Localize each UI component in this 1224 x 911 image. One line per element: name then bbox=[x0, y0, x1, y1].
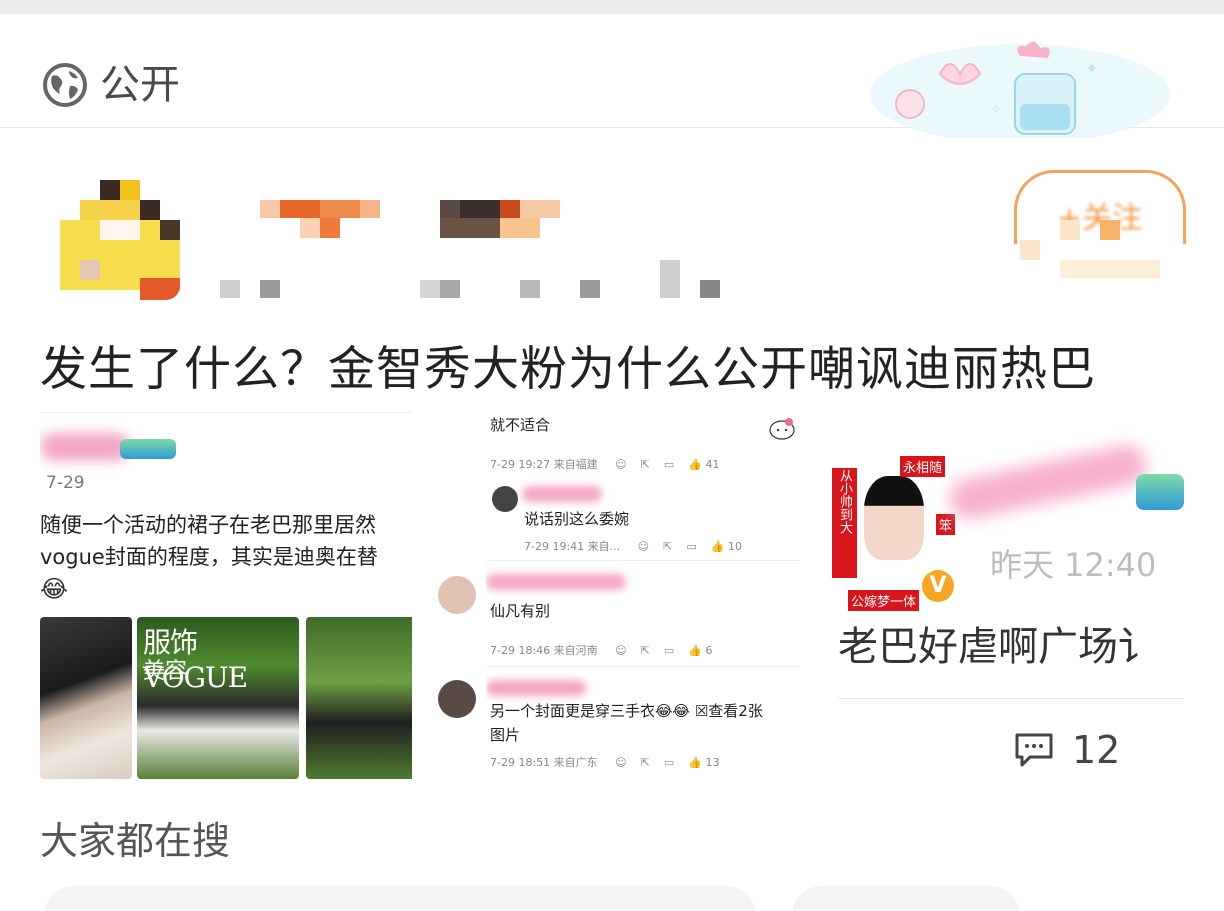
top-strip bbox=[0, 0, 1224, 14]
divider bbox=[486, 560, 800, 561]
username-blurred bbox=[486, 574, 626, 590]
divider bbox=[838, 698, 1184, 699]
search-suggestion-pill[interactable] bbox=[44, 886, 756, 911]
photo-3 bbox=[306, 617, 412, 779]
follow-pixel-artifact bbox=[1060, 220, 1080, 240]
globe-icon bbox=[43, 63, 87, 107]
username-blurred bbox=[40, 433, 130, 461]
post-text: 随便一个活动的裙子在老巴那里居然 vogue封面的程度，其实是迪奥在替 bbox=[40, 513, 378, 569]
search-suggestion-pill[interactable] bbox=[792, 886, 1020, 911]
follow-pixel-artifact bbox=[1060, 260, 1160, 278]
author-row: +关注 bbox=[0, 128, 1224, 328]
comment-meta: 7-29 19:27 来自福建 ☺ ⇱ ▭ 👍 41 bbox=[490, 458, 720, 471]
comment-meta: 7-29 18:51 来自广东 ☺ ⇱ ▭ 👍 13 bbox=[490, 756, 720, 769]
comment-text: 另一个封面更是穿三手衣😂😂 ☒查看2张 bbox=[490, 702, 763, 720]
username-blurred bbox=[522, 486, 602, 502]
level-badge bbox=[1136, 474, 1184, 510]
visibility-label[interactable]: 公开 bbox=[100, 60, 180, 110]
visibility-bar: 公开 ✦ ✧ bbox=[0, 14, 1224, 138]
section-title: 大家都在搜 bbox=[40, 819, 231, 863]
hello-kitty-icon bbox=[769, 418, 795, 440]
comment-count: 12 bbox=[1072, 728, 1121, 772]
avatar-face bbox=[864, 476, 924, 560]
comment-text-cont: 图片 bbox=[490, 726, 521, 744]
comment-text: 仙凡有别 bbox=[490, 602, 551, 620]
image-left[interactable]: 7-29 随便一个活动的裙子在老巴那里居然 vogue封面的程度，其实是迪奥在替 … bbox=[40, 412, 412, 780]
comment-top-text: 就不适合 bbox=[490, 416, 551, 434]
magazine-subtitle: 美容 bbox=[143, 659, 188, 684]
decoration-illustration: ✦ ✧ bbox=[870, 41, 1170, 138]
level-badge bbox=[120, 439, 176, 459]
post-text: 老巴好虐啊广场讠 bbox=[838, 624, 1158, 670]
avatar-tag: 从小帅到大 bbox=[832, 468, 857, 578]
follow-pixel-artifact bbox=[1100, 220, 1120, 240]
avatar-tag: 公嫁梦一体 bbox=[848, 590, 920, 611]
comment-icon[interactable] bbox=[1014, 732, 1054, 768]
username-blurred bbox=[486, 680, 586, 696]
avatar-tag: 笨 bbox=[936, 514, 956, 535]
svg-text:✦: ✦ bbox=[1085, 59, 1098, 78]
avatar[interactable] bbox=[438, 576, 476, 614]
post-date: 7-29 bbox=[46, 473, 85, 493]
post-title[interactable]: 发生了什么？金智秀大粉为什么公开嘲讽迪丽热巴 bbox=[40, 338, 1096, 402]
photo-2: 服饰VOGUE 美容 bbox=[137, 617, 299, 779]
follow-pixel-artifact bbox=[1020, 240, 1040, 260]
image-right[interactable]: 从小帅到大 永相随 笨 公嫁梦一体 V 昨天 12:40 老巴好虐啊广场讠 12 bbox=[828, 422, 1184, 782]
avatar[interactable] bbox=[492, 486, 518, 512]
svg-text:✧: ✧ bbox=[990, 102, 1002, 118]
photo-1 bbox=[40, 617, 132, 779]
image-middle[interactable]: 就不适合 7-29 19:27 来自福建 ☺ ⇱ ▭ 👍 41 说话别这么委婉 7-2… bbox=[486, 410, 800, 782]
comment-meta: 7-29 19:41 来自... ☺ ⇱ ▭ 👍 10 bbox=[524, 540, 742, 553]
comment-text: 说话别这么委婉 bbox=[524, 510, 630, 528]
divider bbox=[486, 666, 800, 667]
comment-meta: 7-29 18:46 来自河南 ☺ ⇱ ▭ 👍 6 bbox=[490, 644, 713, 657]
post-time: 昨天 12:40 bbox=[990, 546, 1157, 584]
verified-badge-icon: V bbox=[922, 570, 954, 602]
avatar-tag: 永相随 bbox=[900, 456, 946, 477]
avatar[interactable] bbox=[438, 680, 476, 718]
laugh-emoji: 😂 bbox=[40, 575, 69, 603]
